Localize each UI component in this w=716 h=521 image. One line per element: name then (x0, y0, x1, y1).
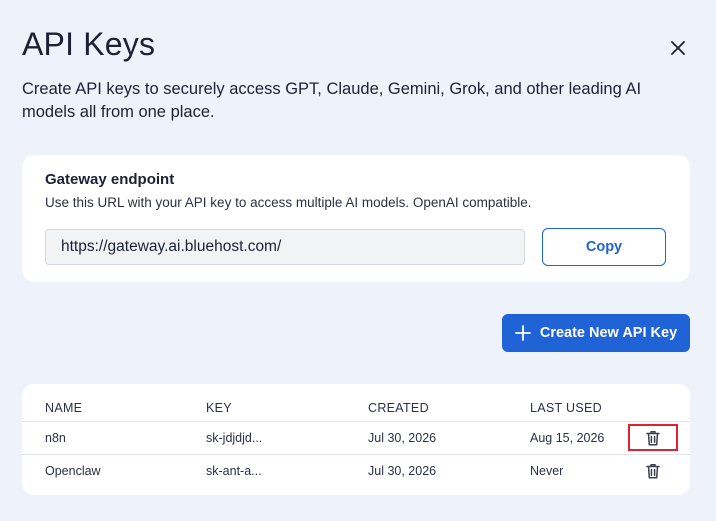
cell-created: Jul 30, 2026 (368, 464, 437, 478)
api-keys-panel: API Keys Create API keys to securely acc… (0, 0, 716, 521)
cell-last-used: Aug 15, 2026 (530, 431, 605, 445)
column-header-created: CREATED (368, 401, 429, 415)
gateway-card: Gateway endpoint Use this URL with your … (22, 155, 690, 282)
cell-last-used: Never (530, 464, 564, 478)
gateway-title: Gateway endpoint (45, 171, 175, 188)
column-header-key: KEY (206, 401, 232, 415)
page-description: Create API keys to securely access GPT, … (22, 80, 642, 121)
close-icon (671, 41, 685, 55)
create-api-key-label: Create New API Key (539, 325, 678, 341)
cell-key: sk-ant-a... (206, 464, 262, 478)
column-header-name: NAME (45, 401, 83, 415)
gateway-description: Use this URL with your API key to access… (45, 195, 532, 210)
copy-button[interactable]: Copy (542, 228, 666, 266)
cell-created: Jul 30, 2026 (368, 431, 437, 445)
create-api-key-button[interactable]: Create New API Key (502, 314, 690, 352)
plus-icon (514, 325, 531, 341)
trash-icon (646, 463, 660, 479)
close-button[interactable] (664, 34, 692, 62)
api-keys-table: NAME KEY CREATED LAST USED n8n sk-jdjdjd… (22, 384, 690, 495)
page-title: API Keys (22, 26, 156, 62)
cell-key: sk-jdjdjd... (206, 431, 263, 445)
table-row: Openclaw sk-ant-a... Jul 30, 2026 Never (22, 454, 690, 487)
gateway-url-field[interactable] (45, 229, 525, 265)
column-header-last-used: LAST USED (530, 401, 602, 415)
delete-key-button[interactable] (628, 457, 678, 484)
table-row: n8n sk-jdjdjd... Jul 30, 2026 Aug 15, 20… (22, 421, 690, 454)
trash-icon (646, 430, 660, 446)
cell-name: n8n (45, 431, 66, 445)
cell-name: Openclaw (45, 464, 101, 478)
delete-key-button[interactable] (628, 424, 678, 451)
